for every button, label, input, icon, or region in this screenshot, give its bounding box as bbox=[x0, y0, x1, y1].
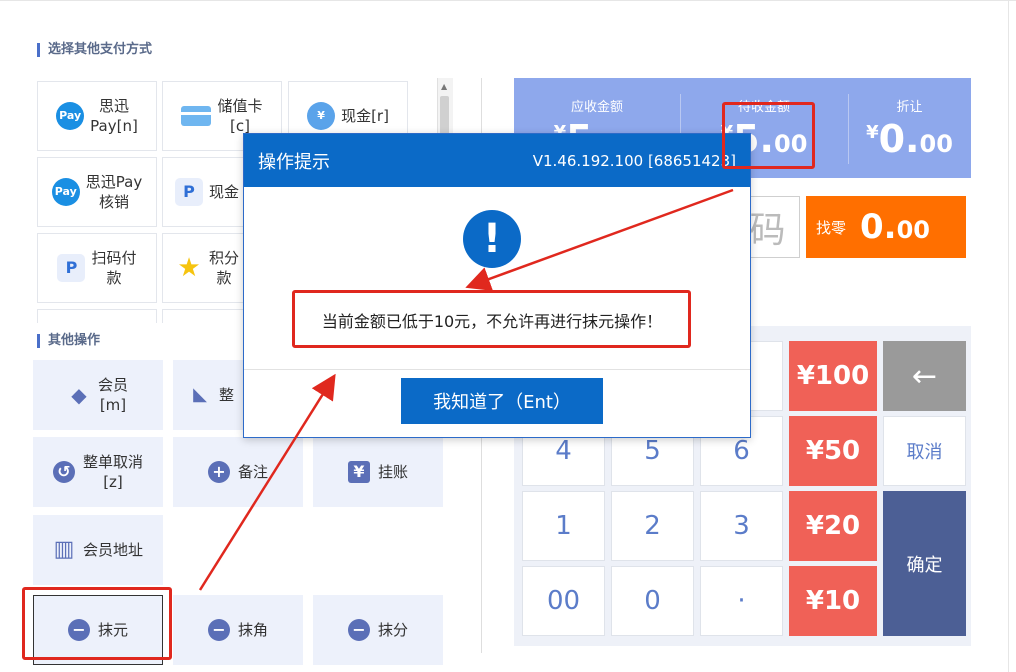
annotation-arrows bbox=[198, 188, 734, 591]
annotation-arrow-bottom bbox=[198, 373, 336, 591]
annotation-arrow-top bbox=[465, 188, 734, 291]
